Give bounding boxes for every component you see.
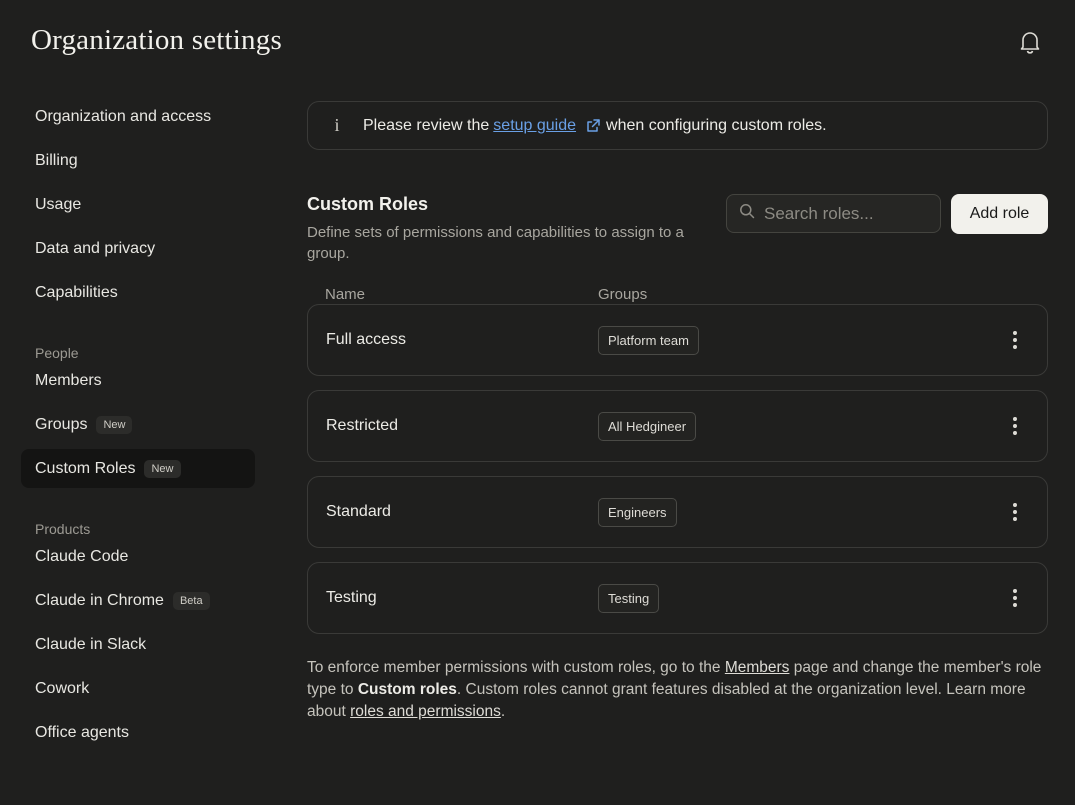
role-name: Testing <box>326 589 377 606</box>
group-chip: Platform team <box>598 325 699 355</box>
section-label-products: Products <box>35 521 91 537</box>
setup-guide-link[interactable]: setup guide <box>493 117 576 135</box>
roles-header: Custom Roles Define sets of permissions … <box>307 194 1048 304</box>
role-name: Restricted <box>326 417 399 434</box>
sidebar-item-custom-roles[interactable]: Custom Roles New <box>21 449 255 488</box>
search-box[interactable] <box>726 194 941 233</box>
sidebar-item-claude-in-slack[interactable]: Claude in Slack <box>21 625 255 664</box>
external-link-icon[interactable] <box>586 118 601 133</box>
column-header-name: Name <box>325 286 366 303</box>
sidebar-item-label: Data and privacy <box>35 239 156 257</box>
sidebar-item-label: Office agents <box>35 723 129 741</box>
sidebar-item-claude-in-chrome[interactable]: Claude in Chrome Beta <box>21 581 255 620</box>
main-content: i Please review the setup guide when con… <box>307 101 1048 723</box>
footer-note: To enforce member permissions with custo… <box>307 657 1048 723</box>
sidebar-item-label: Members <box>35 371 102 389</box>
banner-suffix: when configuring custom roles. <box>606 116 827 134</box>
sidebar-item-label: Organization and access <box>35 107 212 125</box>
search-input[interactable] <box>764 203 934 224</box>
group-chip: Engineers <box>598 497 677 527</box>
section-description: Define sets of permissions and capabilit… <box>307 224 684 262</box>
role-row[interactable]: Testing Testing <box>307 562 1048 634</box>
sidebar-item-label: Billing <box>35 151 78 169</box>
role-row[interactable]: Standard Engineers <box>307 476 1048 548</box>
footer-text-part: To enforce member permissions with custo… <box>307 659 721 676</box>
members-link[interactable]: Members <box>725 659 790 676</box>
sidebar-item-groups[interactable]: Groups New <box>21 405 255 444</box>
sidebar-item-office-agents[interactable]: Office agents <box>21 713 255 752</box>
more-options-icon[interactable] <box>1005 586 1025 610</box>
sidebar-item-label: Custom Roles <box>35 459 136 477</box>
info-icon: i <box>334 115 340 135</box>
banner-prefix: Please review the <box>363 116 490 134</box>
info-banner: i Please review the setup guide when con… <box>307 101 1048 150</box>
footer-text-part: . <box>500 703 506 720</box>
search-icon <box>739 203 755 224</box>
custom-roles-emphasis: Custom roles <box>357 681 457 698</box>
notifications-bell-icon[interactable] <box>1019 30 1041 54</box>
sidebar-item-label: Usage <box>35 195 82 213</box>
sidebar-item-data-and-privacy[interactable]: Data and privacy <box>21 229 255 268</box>
sidebar-item-cowork[interactable]: Cowork <box>21 669 255 708</box>
more-options-icon[interactable] <box>1005 414 1025 438</box>
roles-and-permissions-link[interactable]: roles and permissions <box>350 703 501 720</box>
page-title: Organization settings <box>31 24 282 56</box>
sidebar-item-label: Claude in Chrome <box>35 591 164 609</box>
group-chip: Testing <box>598 583 660 613</box>
section-label-people: People <box>35 345 79 361</box>
column-header-groups: Groups <box>598 286 648 303</box>
sidebar-item-usage[interactable]: Usage <box>21 185 255 224</box>
role-name: Full access <box>326 331 407 348</box>
group-chip: All Hedgineer <box>598 411 697 441</box>
more-options-icon[interactable] <box>1005 500 1025 524</box>
beta-badge: Beta <box>172 591 210 610</box>
role-row[interactable]: Full access Platform team <box>307 304 1048 376</box>
more-options-icon[interactable] <box>1005 328 1025 352</box>
sidebar-item-label: Groups <box>35 415 88 433</box>
add-role-button[interactable]: Add role <box>951 194 1048 234</box>
sidebar-item-claude-code[interactable]: Claude Code <box>21 537 255 576</box>
sidebar-item-billing[interactable]: Billing <box>21 141 255 180</box>
sidebar-item-label: Claude in Slack <box>35 635 147 653</box>
role-name: Standard <box>326 503 391 520</box>
sidebar-item-members[interactable]: Members <box>21 361 255 400</box>
sidebar-item-organization-and-access[interactable]: Organization and access <box>21 97 255 136</box>
new-badge: New <box>144 459 181 478</box>
sidebar-item-capabilities[interactable]: Capabilities <box>21 273 255 312</box>
sidebar: Organization and access Billing Usage Da… <box>21 97 255 757</box>
sidebar-item-label: Claude Code <box>35 547 129 565</box>
sidebar-item-label: Capabilities <box>35 283 118 301</box>
roles-list: Full access Platform team Restricted All… <box>307 304 1048 634</box>
role-row[interactable]: Restricted All Hedgineer <box>307 390 1048 462</box>
sidebar-item-label: Cowork <box>35 679 90 697</box>
new-badge: New <box>96 415 133 434</box>
